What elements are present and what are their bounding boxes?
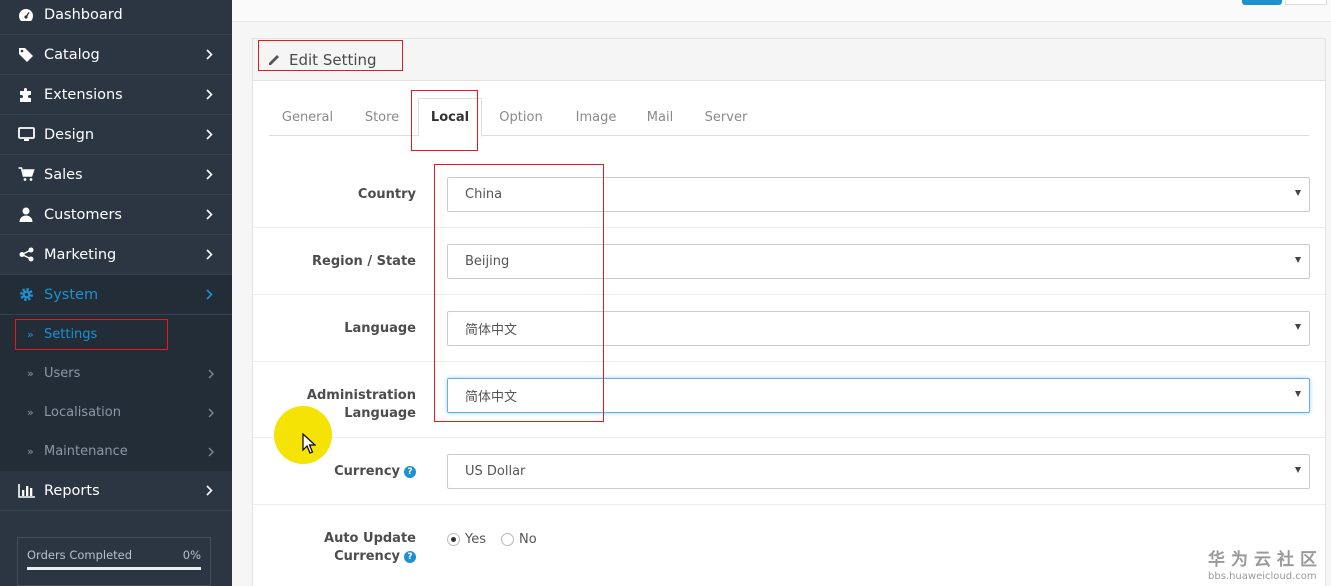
sidebar-subitem-users[interactable]: » Users — [0, 354, 232, 393]
sidebar-item-dashboard[interactable]: Dashboard — [0, 0, 232, 35]
sidebar-item-label: System — [44, 286, 99, 303]
puzzle-icon — [17, 87, 35, 102]
user-icon — [17, 207, 35, 222]
mouse-pointer-icon — [302, 433, 316, 454]
panel-heading: Edit Setting — [253, 39, 1325, 81]
auto-update-radios: Yes No — [447, 532, 537, 547]
tab-option[interactable]: Option — [482, 98, 560, 136]
chevron-right-icon — [204, 89, 214, 100]
chevron-right-icon — [204, 485, 214, 496]
tab-store[interactable]: Store — [346, 98, 418, 136]
sidebar-item-label: Sales — [44, 166, 83, 183]
caret-down-icon — [1295, 391, 1301, 397]
sidebar-item-customers[interactable]: Customers — [0, 195, 232, 235]
country-label: Country — [357, 187, 416, 202]
region-label: Region / State — [312, 254, 416, 269]
sidebar-item-marketing[interactable]: Marketing — [0, 235, 232, 275]
sidebar-subitem-maintenance[interactable]: » Maintenance — [0, 432, 232, 471]
double-chevron-icon: » — [27, 367, 34, 380]
cancel-button[interactable] — [1285, 0, 1327, 5]
currency-select[interactable]: US Dollar — [447, 454, 1310, 489]
chevron-down-icon — [204, 289, 214, 300]
row-divider — [253, 361, 1325, 362]
chevron-right-icon — [208, 408, 214, 418]
sidebar-subitem-localisation[interactable]: » Localisation — [0, 393, 232, 432]
annotation-box — [411, 90, 478, 151]
caret-down-icon — [1295, 190, 1301, 196]
currency-value: US Dollar — [465, 464, 526, 479]
gear-icon — [17, 287, 35, 302]
double-chevron-icon: » — [27, 445, 34, 458]
watermark-en: bbs.huaweicloud.com — [1208, 571, 1317, 582]
auto-update-no-radio[interactable] — [501, 533, 514, 546]
sidebar-item-label: Customers — [44, 206, 122, 223]
sidebar: Dashboard Catalog Extensions Design Sale… — [0, 0, 232, 586]
currency-label: Currency? — [334, 463, 416, 481]
annotation-box — [434, 164, 604, 422]
caret-down-icon — [1295, 467, 1301, 473]
sidebar-item-system[interactable]: System — [0, 275, 232, 315]
row-divider — [253, 294, 1325, 295]
tab-server[interactable]: Server — [688, 98, 764, 136]
sidebar-item-label: Design — [44, 126, 95, 143]
chevron-right-icon — [208, 369, 214, 379]
sidebar-item-sales[interactable]: Sales — [0, 155, 232, 195]
watermark-cn: 华为云社区 — [1208, 550, 1323, 570]
annotation-box — [15, 319, 168, 350]
row-divider — [253, 504, 1325, 505]
language-label: Language — [344, 321, 416, 336]
orders-progress: Orders Completed 0% — [17, 537, 211, 586]
sidebar-item-design[interactable]: Design — [0, 115, 232, 155]
sidebar-item-label: Marketing — [44, 246, 117, 263]
sidebar-item-label: Dashboard — [44, 6, 123, 23]
chevron-right-icon — [204, 129, 214, 140]
progress-label: Orders Completed — [27, 548, 133, 562]
help-icon[interactable]: ? — [404, 466, 416, 478]
tab-mail[interactable]: Mail — [632, 98, 688, 136]
caret-down-icon — [1295, 257, 1301, 263]
chevron-right-icon — [204, 209, 214, 220]
caret-down-icon — [1295, 324, 1301, 330]
sidebar-item-reports[interactable]: Reports — [0, 471, 232, 511]
chevron-right-icon — [204, 49, 214, 60]
desktop-icon — [17, 127, 35, 142]
sidebar-subitem-label: Users — [44, 366, 81, 381]
progress-bar — [27, 567, 201, 570]
row-divider — [253, 227, 1325, 228]
tab-general[interactable]: General — [269, 98, 346, 136]
sidebar-subitem-label: Maintenance — [44, 444, 128, 459]
sidebar-item-extensions[interactable]: Extensions — [0, 75, 232, 115]
annotation-box — [258, 40, 403, 71]
help-icon[interactable]: ? — [404, 551, 416, 563]
chevron-right-icon — [208, 447, 214, 457]
dashboard-icon — [17, 8, 35, 22]
sidebar-item-label: Extensions — [44, 86, 123, 103]
cart-icon — [17, 167, 35, 182]
auto-update-label: Auto Update Currency? — [324, 531, 416, 564]
sidebar-item-catalog[interactable]: Catalog — [0, 35, 232, 75]
row-divider — [253, 437, 1325, 438]
tab-image[interactable]: Image — [560, 98, 632, 136]
save-button[interactable] — [1242, 0, 1282, 5]
auto-update-no-label: No — [519, 532, 537, 547]
share-icon — [17, 247, 35, 262]
double-chevron-icon: » — [27, 406, 34, 419]
bar-chart-icon — [17, 483, 35, 498]
sidebar-item-label: Reports — [44, 482, 100, 499]
progress-value: 0% — [182, 548, 201, 562]
page-header — [232, 0, 1331, 22]
auto-update-yes-radio[interactable] — [447, 533, 460, 546]
tags-icon — [17, 47, 35, 62]
chevron-right-icon — [204, 249, 214, 260]
auto-update-yes-label: Yes — [465, 532, 486, 547]
sidebar-subitem-label: Localisation — [44, 405, 121, 420]
sidebar-item-label: Catalog — [44, 46, 100, 63]
watermark: 华为云社区 bbs.huaweicloud.com — [1208, 545, 1323, 582]
chevron-right-icon — [204, 169, 214, 180]
